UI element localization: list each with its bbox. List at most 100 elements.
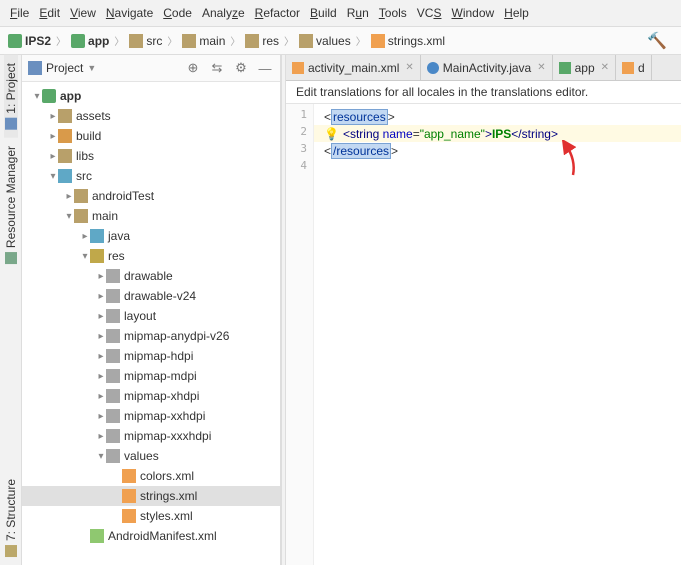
menu-tools[interactable]: Tools — [375, 4, 411, 22]
tree-node-layout[interactable]: ▸layout — [22, 306, 280, 326]
tool-resource-manager[interactable]: Resource Manager — [4, 138, 18, 272]
tree-label: mipmap-xxxhdpi — [124, 429, 211, 443]
crumb-main[interactable]: main — [180, 33, 227, 49]
tree-node-src[interactable]: ▾src — [22, 166, 280, 186]
crumb-values[interactable]: values — [297, 33, 353, 49]
line-number: 2 — [286, 125, 313, 142]
crumb-src[interactable]: src — [127, 33, 164, 49]
menu-window[interactable]: Window — [447, 4, 498, 22]
menu-analyze[interactable]: Analyze — [198, 4, 249, 22]
menu-build[interactable]: Build — [306, 4, 341, 22]
chevron-right-icon[interactable]: ▸ — [96, 331, 106, 342]
menu-code[interactable]: Code — [159, 4, 196, 22]
tree-node-build[interactable]: ▸build — [22, 126, 280, 146]
chevron-right-icon[interactable]: ▸ — [48, 151, 58, 162]
tool-structure[interactable]: 7: Structure — [4, 471, 18, 565]
crumb-app[interactable]: app — [69, 33, 111, 49]
crumb-res[interactable]: res — [243, 33, 281, 49]
tree-node-mipmap-xhdpi[interactable]: ▸mipmap-xhdpi — [22, 386, 280, 406]
menu-view[interactable]: View — [66, 4, 100, 22]
tree-label: mipmap-hdpi — [124, 349, 193, 363]
tree-node-mipmap-hdpi[interactable]: ▸ mipmap-hdpi — [22, 346, 280, 366]
build-button[interactable]: 🔨 — [647, 31, 675, 51]
chevron-right-icon[interactable]: ▸ — [96, 391, 106, 402]
tool-window-strip: 1: Project Resource Manager 7: Structure — [0, 55, 22, 565]
tree-node-styles-xml[interactable]: styles.xml — [22, 506, 280, 526]
menu-navigate[interactable]: Navigate — [102, 4, 157, 22]
crumb-sep: 〉 — [113, 33, 125, 48]
tab-extra[interactable]: d — [616, 55, 652, 80]
tree-node-androidmanifest-xml[interactable]: AndroidManifest.xml — [22, 526, 280, 546]
tree-label: androidTest — [92, 189, 154, 203]
chevron-right-icon[interactable]: ▸ — [96, 431, 106, 442]
project-view-combo[interactable]: Project ▼ — [28, 61, 178, 75]
chevron-down-icon[interactable]: ▾ — [32, 91, 42, 102]
crumb-ips2[interactable]: IPS2 — [6, 33, 53, 49]
chevron-right-icon[interactable]: ▸ — [80, 231, 90, 242]
tree-label: assets — [76, 109, 111, 123]
menu-help[interactable]: Help — [500, 4, 533, 22]
menu-file[interactable]: FFileile — [6, 4, 33, 22]
tab-activity-main[interactable]: activity_main.xml ✕ — [286, 55, 421, 80]
menu-run[interactable]: Run — [343, 4, 373, 22]
chevron-right-icon[interactable]: ▸ — [96, 311, 106, 322]
tree-node-main[interactable]: ▾main — [22, 206, 280, 226]
tree-node-drawable[interactable]: ▸drawable — [22, 266, 280, 286]
tab-mainactivity[interactable]: MainActivity.java✕ — [421, 55, 553, 80]
tab-label: activity_main.xml — [308, 61, 399, 75]
code-text[interactable]: <resources> 💡<string name="app_name">IPS… — [314, 104, 681, 565]
tree-node-mipmap-mdpi[interactable]: ▸mipmap-mdpi — [22, 366, 280, 386]
editor-hint[interactable]: Edit translations for all locales in the… — [286, 81, 681, 104]
folder-icon — [106, 389, 120, 403]
line-number: 1 — [286, 108, 313, 125]
tab-app[interactable]: app✕ — [553, 55, 616, 80]
close-icon[interactable]: ✕ — [537, 62, 545, 73]
tree-node-mipmap-xxxhdpi[interactable]: ▸ mipmap-xxxhdpi — [22, 426, 280, 446]
chevron-right-icon[interactable]: ▸ — [96, 371, 106, 382]
expand-all-button[interactable]: ⇆ — [208, 59, 226, 77]
line-number: 4 — [286, 159, 313, 176]
tree-node-mipmap-xxhdpi[interactable]: ▸mipmap-xxhdpi — [22, 406, 280, 426]
intention-bulb-icon[interactable]: 💡 — [324, 127, 339, 141]
tool-project[interactable]: 1: Project — [4, 55, 18, 138]
tree-node-libs[interactable]: ▸ libs — [22, 146, 280, 166]
project-tree[interactable]: ▾app▸assets▸build▸libs▾src▸androidTest▾m… — [22, 82, 280, 565]
select-opened-file-button[interactable]: ⊕ — [184, 59, 202, 77]
tree-node-colors-xml[interactable]: colors.xml — [22, 466, 280, 486]
chevron-right-icon[interactable]: ▸ — [48, 111, 58, 122]
tree-node-strings-xml[interactable]: strings.xml — [22, 486, 280, 506]
tree-node-values[interactable]: ▾values — [22, 446, 280, 466]
chevron-right-icon[interactable]: ▸ — [48, 131, 58, 142]
chevron-right-icon[interactable]: ▸ — [96, 291, 106, 302]
crumb-sep: 〉 — [166, 33, 178, 48]
tree-label: strings.xml — [140, 489, 197, 503]
tree-label: drawable-v24 — [124, 289, 196, 303]
chevron-down-icon[interactable]: ▾ — [48, 171, 58, 182]
tree-node-assets[interactable]: ▸ assets — [22, 106, 280, 126]
menu-edit[interactable]: Edit — [35, 4, 64, 22]
close-icon[interactable]: ✕ — [601, 62, 609, 73]
chevron-down-icon[interactable]: ▾ — [64, 211, 74, 222]
chevron-down-icon[interactable]: ▾ — [80, 251, 90, 262]
crumb-strings[interactable]: strings.xml — [369, 33, 447, 49]
tree-node-res[interactable]: ▾res — [22, 246, 280, 266]
folder-icon — [299, 34, 313, 48]
chevron-right-icon[interactable]: ▸ — [64, 191, 74, 202]
hide-button[interactable]: — — [256, 59, 274, 77]
code-area[interactable]: 1 2 3 4 <resources> 💡<string name="app_n… — [286, 104, 681, 565]
navigation-bar: IPS2 〉 app 〉 src 〉 main 〉 res 〉 values 〉… — [0, 27, 681, 55]
tree-label: libs — [76, 149, 94, 163]
tree-node-drawable-v24[interactable]: ▸ drawable-v24 — [22, 286, 280, 306]
settings-button[interactable]: ⚙ — [232, 59, 250, 77]
tree-node-java[interactable]: ▸java — [22, 226, 280, 246]
tree-node-app[interactable]: ▾app — [22, 86, 280, 106]
chevron-down-icon[interactable]: ▾ — [96, 451, 106, 462]
menu-vcs[interactable]: VCS — [413, 4, 446, 22]
tree-node-androidtest[interactable]: ▸ androidTest — [22, 186, 280, 206]
chevron-right-icon[interactable]: ▸ — [96, 411, 106, 422]
close-icon[interactable]: ✕ — [405, 62, 413, 73]
menu-refactor[interactable]: Refactor — [251, 4, 304, 22]
chevron-right-icon[interactable]: ▸ — [96, 271, 106, 282]
tree-node-mipmap-anydpi-v26[interactable]: ▸mipmap-anydpi-v26 — [22, 326, 280, 346]
chevron-right-icon[interactable]: ▸ — [96, 351, 106, 362]
